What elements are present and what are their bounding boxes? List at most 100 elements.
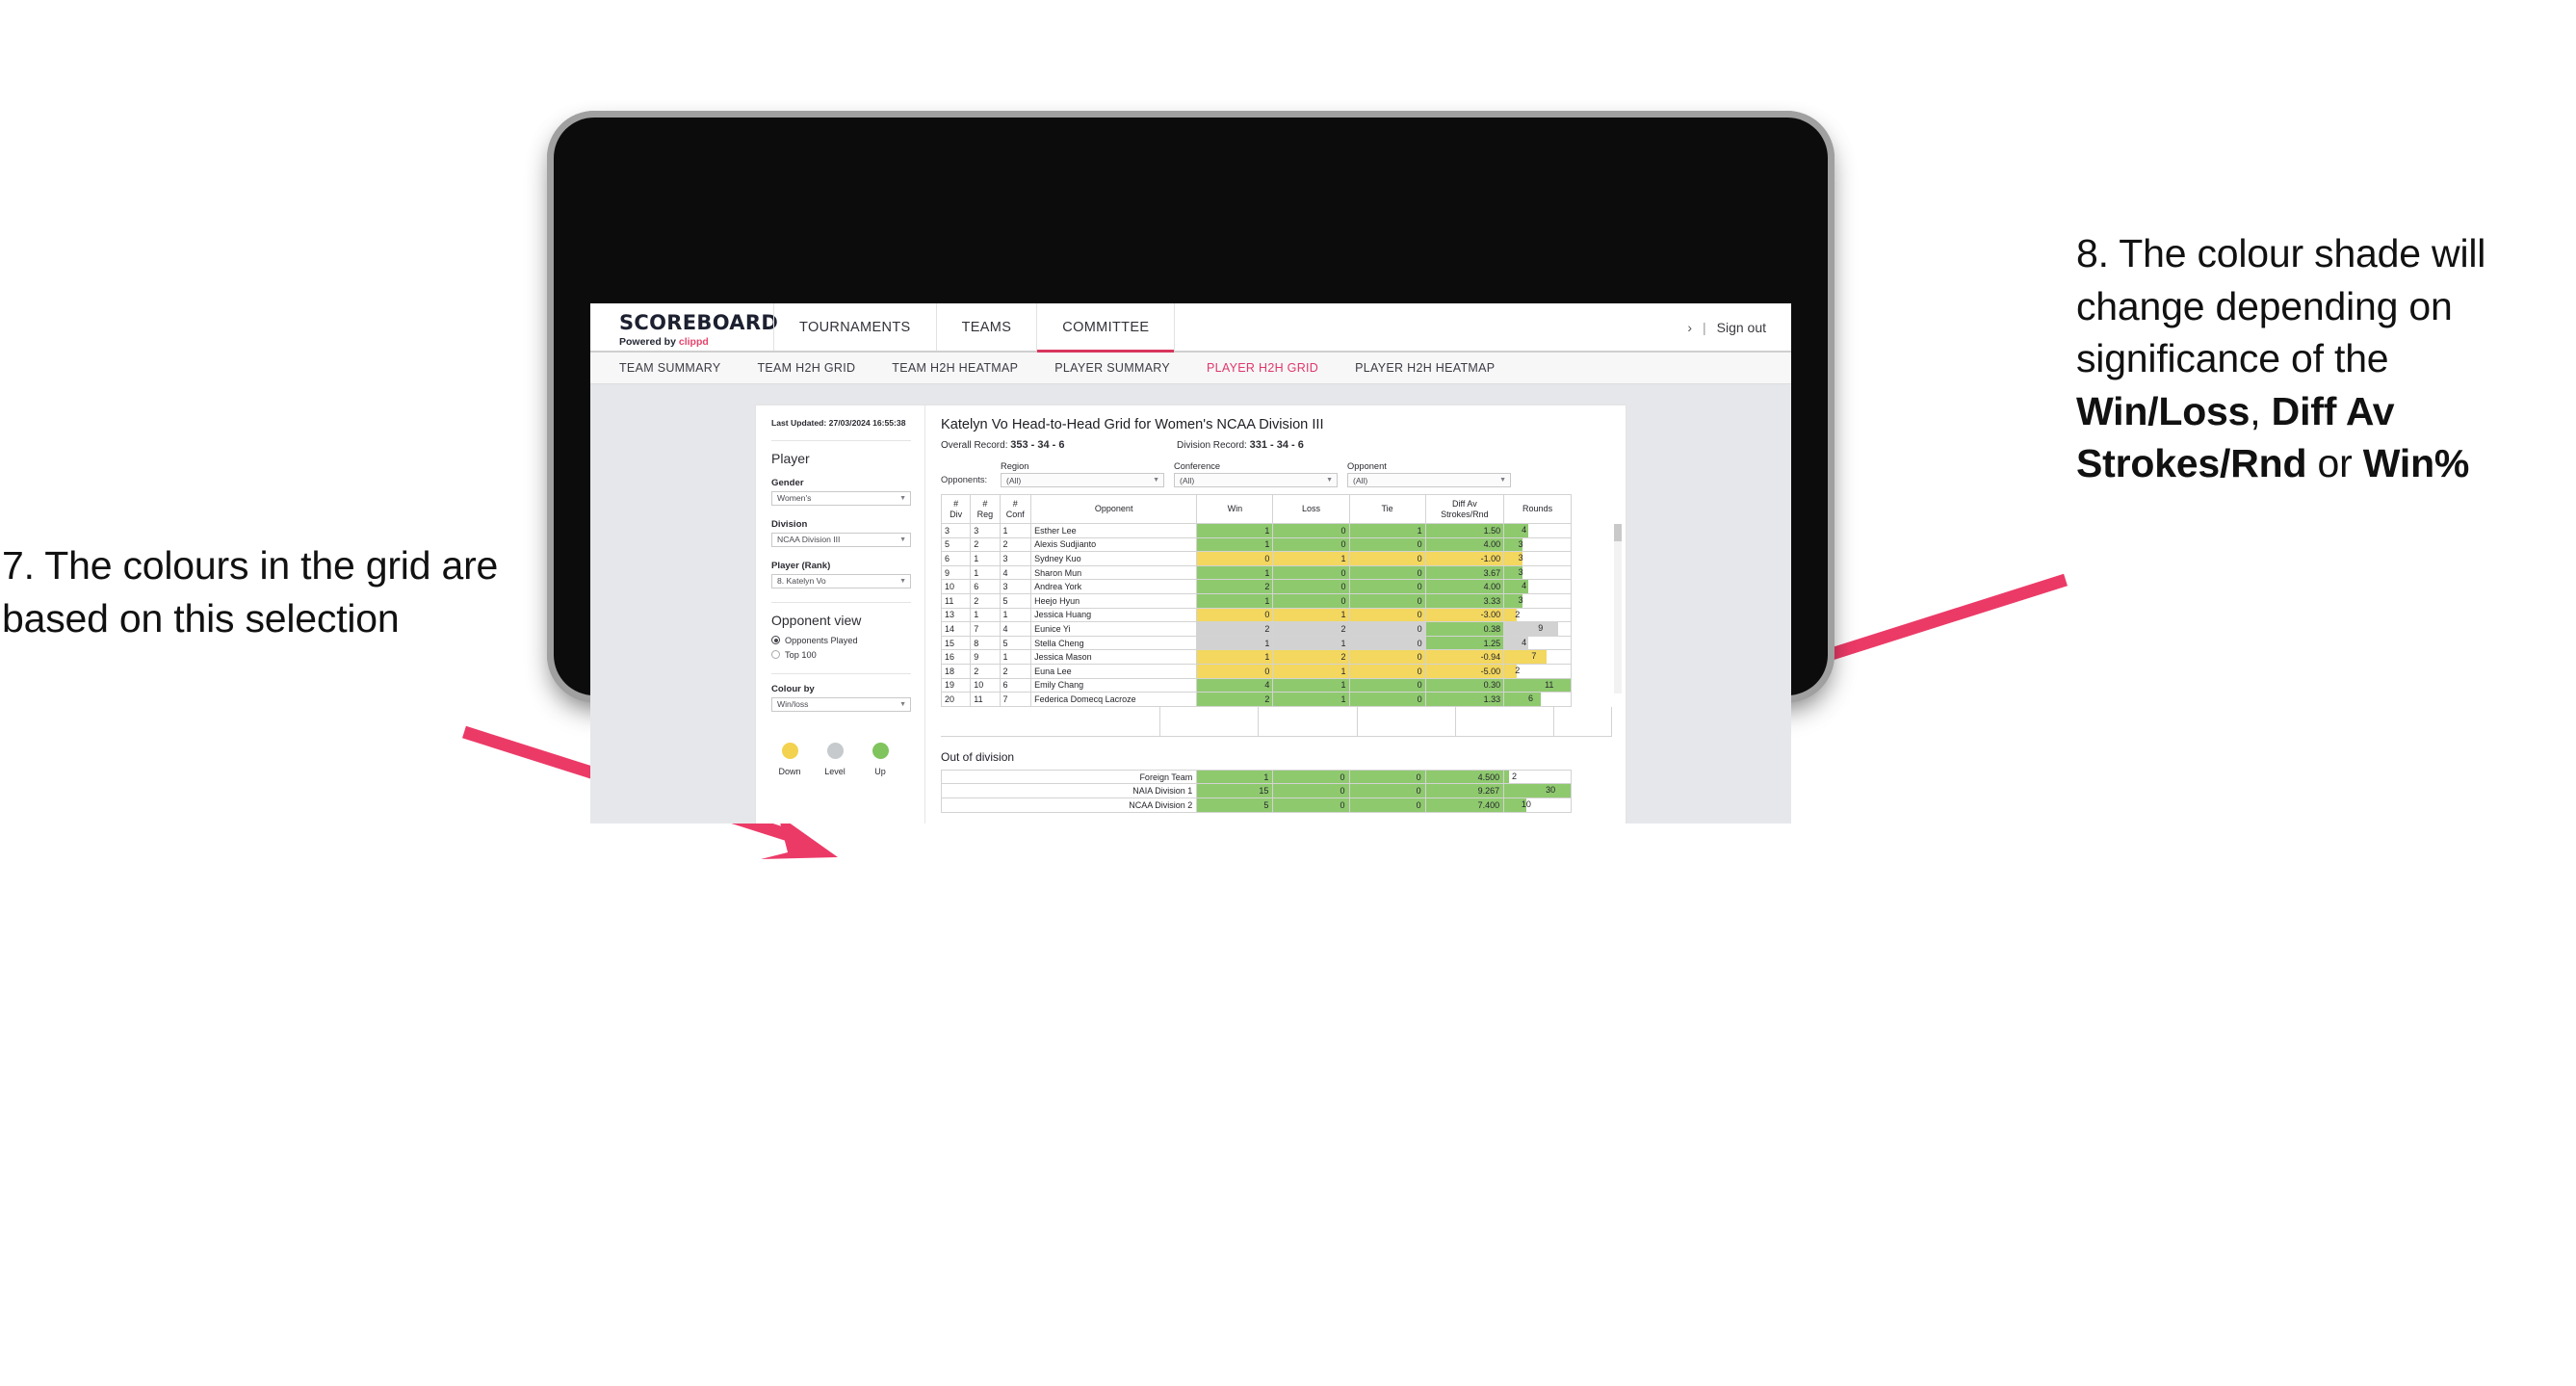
grid-vertical-scrollbar[interactable]	[1614, 524, 1622, 693]
cell-tie: 0	[1348, 769, 1426, 785]
cell-reg: 8	[970, 635, 1001, 651]
cell-loss: 0	[1272, 523, 1350, 538]
table-row[interactable]: 6 1 3 Sydney Kuo 0 1 0 -1.00 3	[940, 551, 1572, 566]
table-row[interactable]: 19 10 6 Emily Chang 4 1 0 0.30 11	[940, 677, 1572, 693]
player-rank-value: 8. Katelyn Vo	[777, 576, 826, 587]
cell-tie: 0	[1348, 649, 1426, 665]
annotation-right: 8. The colour shade will change dependin…	[2076, 227, 2576, 490]
annotation-text: or	[2306, 441, 2363, 486]
grid-col-header-line: Loss	[1301, 504, 1320, 514]
cell-opponent: Esther Lee	[1030, 523, 1198, 538]
radio-opponents-played[interactable]: Opponents Played	[771, 636, 911, 645]
subnav-player-h2h-heatmap[interactable]: PLAYER H2H HEATMAP	[1355, 361, 1518, 375]
cell-reg: 2	[970, 592, 1001, 609]
table-row[interactable]: 9 1 4 Sharon Mun 1 0 0 3.67 3	[940, 564, 1572, 581]
region-value: (All)	[1006, 475, 1022, 485]
cell-loss: 2	[1272, 621, 1350, 637]
cell-conf: 3	[999, 579, 1032, 594]
cell-rounds: 2	[1503, 769, 1572, 785]
table-row[interactable]: 15 8 5 Stella Cheng 1 1 0 1.25 4	[940, 635, 1572, 651]
cell-loss: 0	[1272, 797, 1350, 813]
division-record-label: Division Record:	[1177, 440, 1250, 451]
division-select[interactable]: NCAA Division III ▼	[771, 532, 911, 547]
cell-conf: 5	[999, 592, 1032, 609]
cell-div: 19	[940, 677, 972, 693]
cell-rounds: 9	[1503, 621, 1572, 637]
cell-win: 1	[1196, 592, 1274, 609]
grid-col-header-line: Rounds	[1522, 504, 1553, 514]
cell-loss: 0	[1272, 783, 1350, 798]
grid-tail-cell	[1455, 706, 1554, 737]
chevron-down-icon: ▼	[1153, 477, 1159, 484]
cell-loss: 0	[1272, 579, 1350, 594]
colour-legend: Down Level Up	[771, 725, 911, 776]
table-row[interactable]: NCAA Division 2 5 0 0 7.400 10	[940, 797, 1572, 813]
table-row[interactable]: 20 11 7 Federica Domecq Lacroze 2 1 0 1.33 6	[940, 692, 1572, 707]
subnav-team-h2h-heatmap[interactable]: TEAM H2H HEATMAP	[892, 361, 1041, 375]
cell-win: 5	[1196, 797, 1274, 813]
region-label: Region	[1001, 461, 1029, 471]
chevron-down-icon: ▼	[1499, 477, 1506, 484]
table-row[interactable]: 18 2 2 Euna Lee 0 1 0 -5.00 2	[940, 663, 1572, 679]
table-row[interactable]: 13 1 1 Jessica Huang 0 1 0 -3.00 2	[940, 607, 1572, 623]
nav-tab-committee[interactable]: COMMITTEE	[1036, 303, 1176, 353]
conference-select[interactable]: (All) ▼	[1174, 473, 1338, 487]
cell-loss: 2	[1272, 649, 1350, 665]
cell-tie: 0	[1348, 564, 1426, 581]
brand-sub-accent: clippd	[678, 335, 709, 348]
region-select[interactable]: (All) ▼	[1001, 473, 1164, 487]
cell-win: 15	[1196, 783, 1274, 798]
cell-diff: -5.00	[1424, 663, 1505, 679]
cell-tie: 0	[1348, 536, 1426, 553]
legend-dot-down	[781, 742, 798, 759]
rounds-value: 9	[1538, 623, 1544, 634]
table-row[interactable]: 11 2 5 Heejo Hyun 1 0 0 3.33 3	[940, 592, 1572, 609]
workbook-body: Last Updated: 27/03/2024 16:55:38 Player…	[756, 405, 1626, 824]
opponent-select[interactable]: (All) ▼	[1347, 473, 1511, 487]
colour-by-select[interactable]: Win/loss ▼	[771, 696, 911, 712]
cell-reg: 7	[970, 621, 1001, 637]
table-row[interactable]: NAIA Division 1 15 0 0 9.267 30	[940, 783, 1572, 798]
division-label: Division	[771, 518, 808, 530]
table-row[interactable]: 16 9 1 Jessica Mason 1 2 0 -0.94 7	[940, 649, 1572, 665]
subnav-team-h2h-grid[interactable]: TEAM H2H GRID	[757, 361, 878, 375]
scrollbar-thumb[interactable]	[1614, 524, 1622, 541]
chevron-down-icon: ▼	[1326, 477, 1333, 484]
table-row[interactable]: 14 7 4 Eunice Yi 2 2 0 0.38 9	[940, 621, 1572, 637]
cell-rounds: 4	[1503, 579, 1572, 594]
table-row[interactable]: 5 2 2 Alexis Sudjianto 1 0 0 4.00 3	[940, 536, 1572, 553]
overall-record-label: Overall Record:	[941, 440, 1011, 451]
subnav-team-summary[interactable]: TEAM SUMMARY	[619, 361, 743, 375]
table-row[interactable]: Foreign Team 1 0 0 4.500 2	[940, 769, 1572, 785]
subnav-player-summary[interactable]: PLAYER SUMMARY	[1054, 361, 1193, 375]
player-rank-select[interactable]: 8. Katelyn Vo ▼	[771, 573, 911, 588]
grid-tail-cell	[1554, 706, 1612, 737]
radio-top-100[interactable]: Top 100	[771, 650, 911, 660]
table-row[interactable]: 10 6 3 Andrea York 2 0 0 4.00 4	[940, 579, 1572, 594]
chevron-down-icon: ▼	[899, 536, 906, 543]
cell-group-name: NAIA Division 1	[940, 783, 1198, 798]
nav-tab-tournaments[interactable]: TOURNAMENTS	[773, 303, 936, 351]
rounds-value: 2	[1515, 609, 1521, 619]
sign-out-link[interactable]: Sign out	[1717, 320, 1766, 335]
cell-diff: 0.38	[1424, 621, 1505, 637]
cell-div: 15	[940, 635, 972, 651]
brand-logo[interactable]: SCOREBOARD Powered by clippd	[590, 303, 778, 351]
grid-body: 3 3 1 Esther Lee 1 0 1 1.50 4 5 2 2 Alexis Sudjianto…	[940, 523, 1572, 707]
table-row[interactable]: 3 3 1 Esther Lee 1 0 1 1.50 4	[940, 523, 1572, 538]
out-of-division-title: Out of division	[941, 749, 1015, 764]
radio-label-top-100: Top 100	[785, 649, 817, 660]
nav-tab-teams[interactable]: TEAMS	[935, 303, 1037, 351]
cell-div: 11	[940, 592, 972, 609]
out-of-division-table: Foreign Team 1 0 0 4.500 2 NAIA Division 1 15 0 0…	[940, 769, 1572, 813]
conference-filter: Conference (All) ▼	[1174, 461, 1338, 487]
subnav-player-h2h-grid[interactable]: PLAYER H2H GRID	[1207, 361, 1341, 375]
gender-select[interactable]: Women's ▼	[771, 490, 911, 506]
chevron-right-icon[interactable]: ›	[1687, 320, 1692, 335]
cell-tie: 0	[1348, 797, 1426, 813]
grid-header: # Div # Reg # Conf Opponent Win Loss Tie Diff Av St…	[940, 494, 1572, 524]
cell-tie: 0	[1348, 607, 1426, 623]
rounds-value: 6	[1527, 693, 1533, 704]
cell-conf: 4	[999, 564, 1032, 581]
cell-win: 1	[1196, 536, 1274, 553]
